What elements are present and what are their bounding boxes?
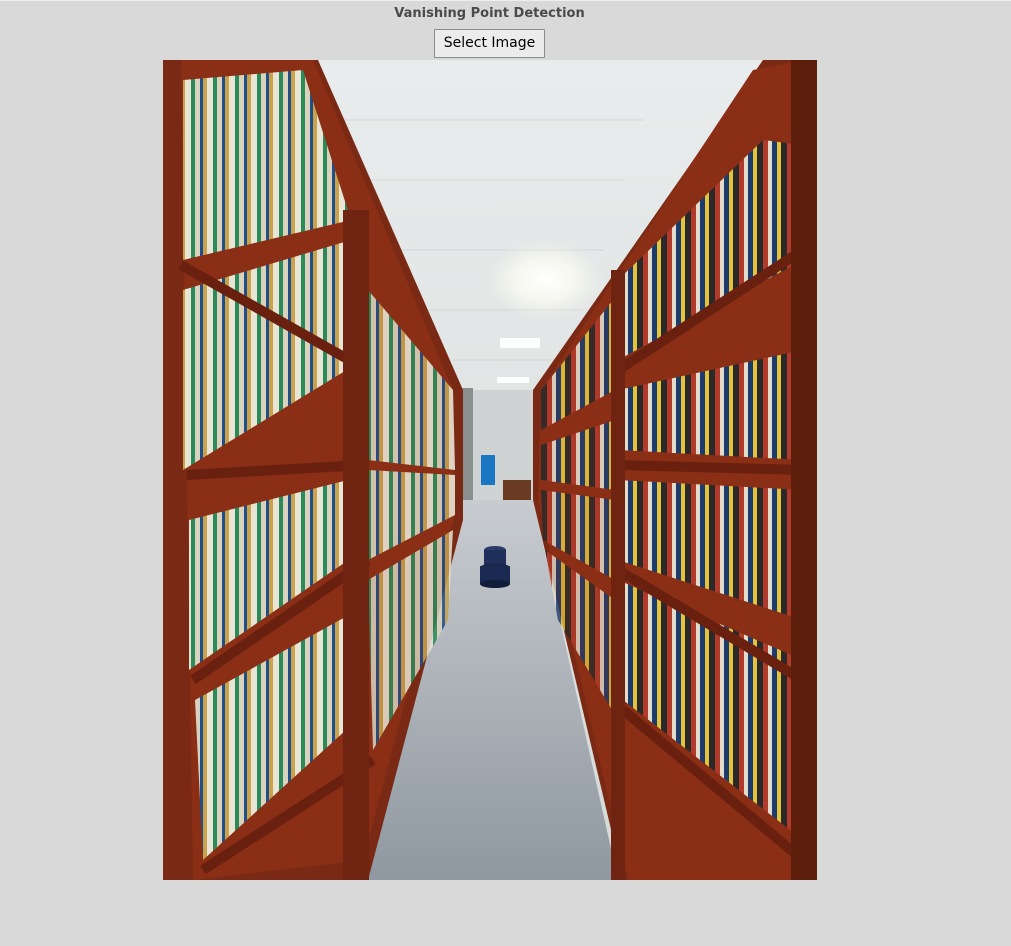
image-display	[163, 60, 817, 880]
select-image-button[interactable]: Select Image	[434, 29, 545, 58]
library-aisle-photo	[163, 60, 817, 880]
window-top-edge	[0, 0, 1011, 1]
app-title: Vanishing Point Detection	[394, 6, 585, 21]
